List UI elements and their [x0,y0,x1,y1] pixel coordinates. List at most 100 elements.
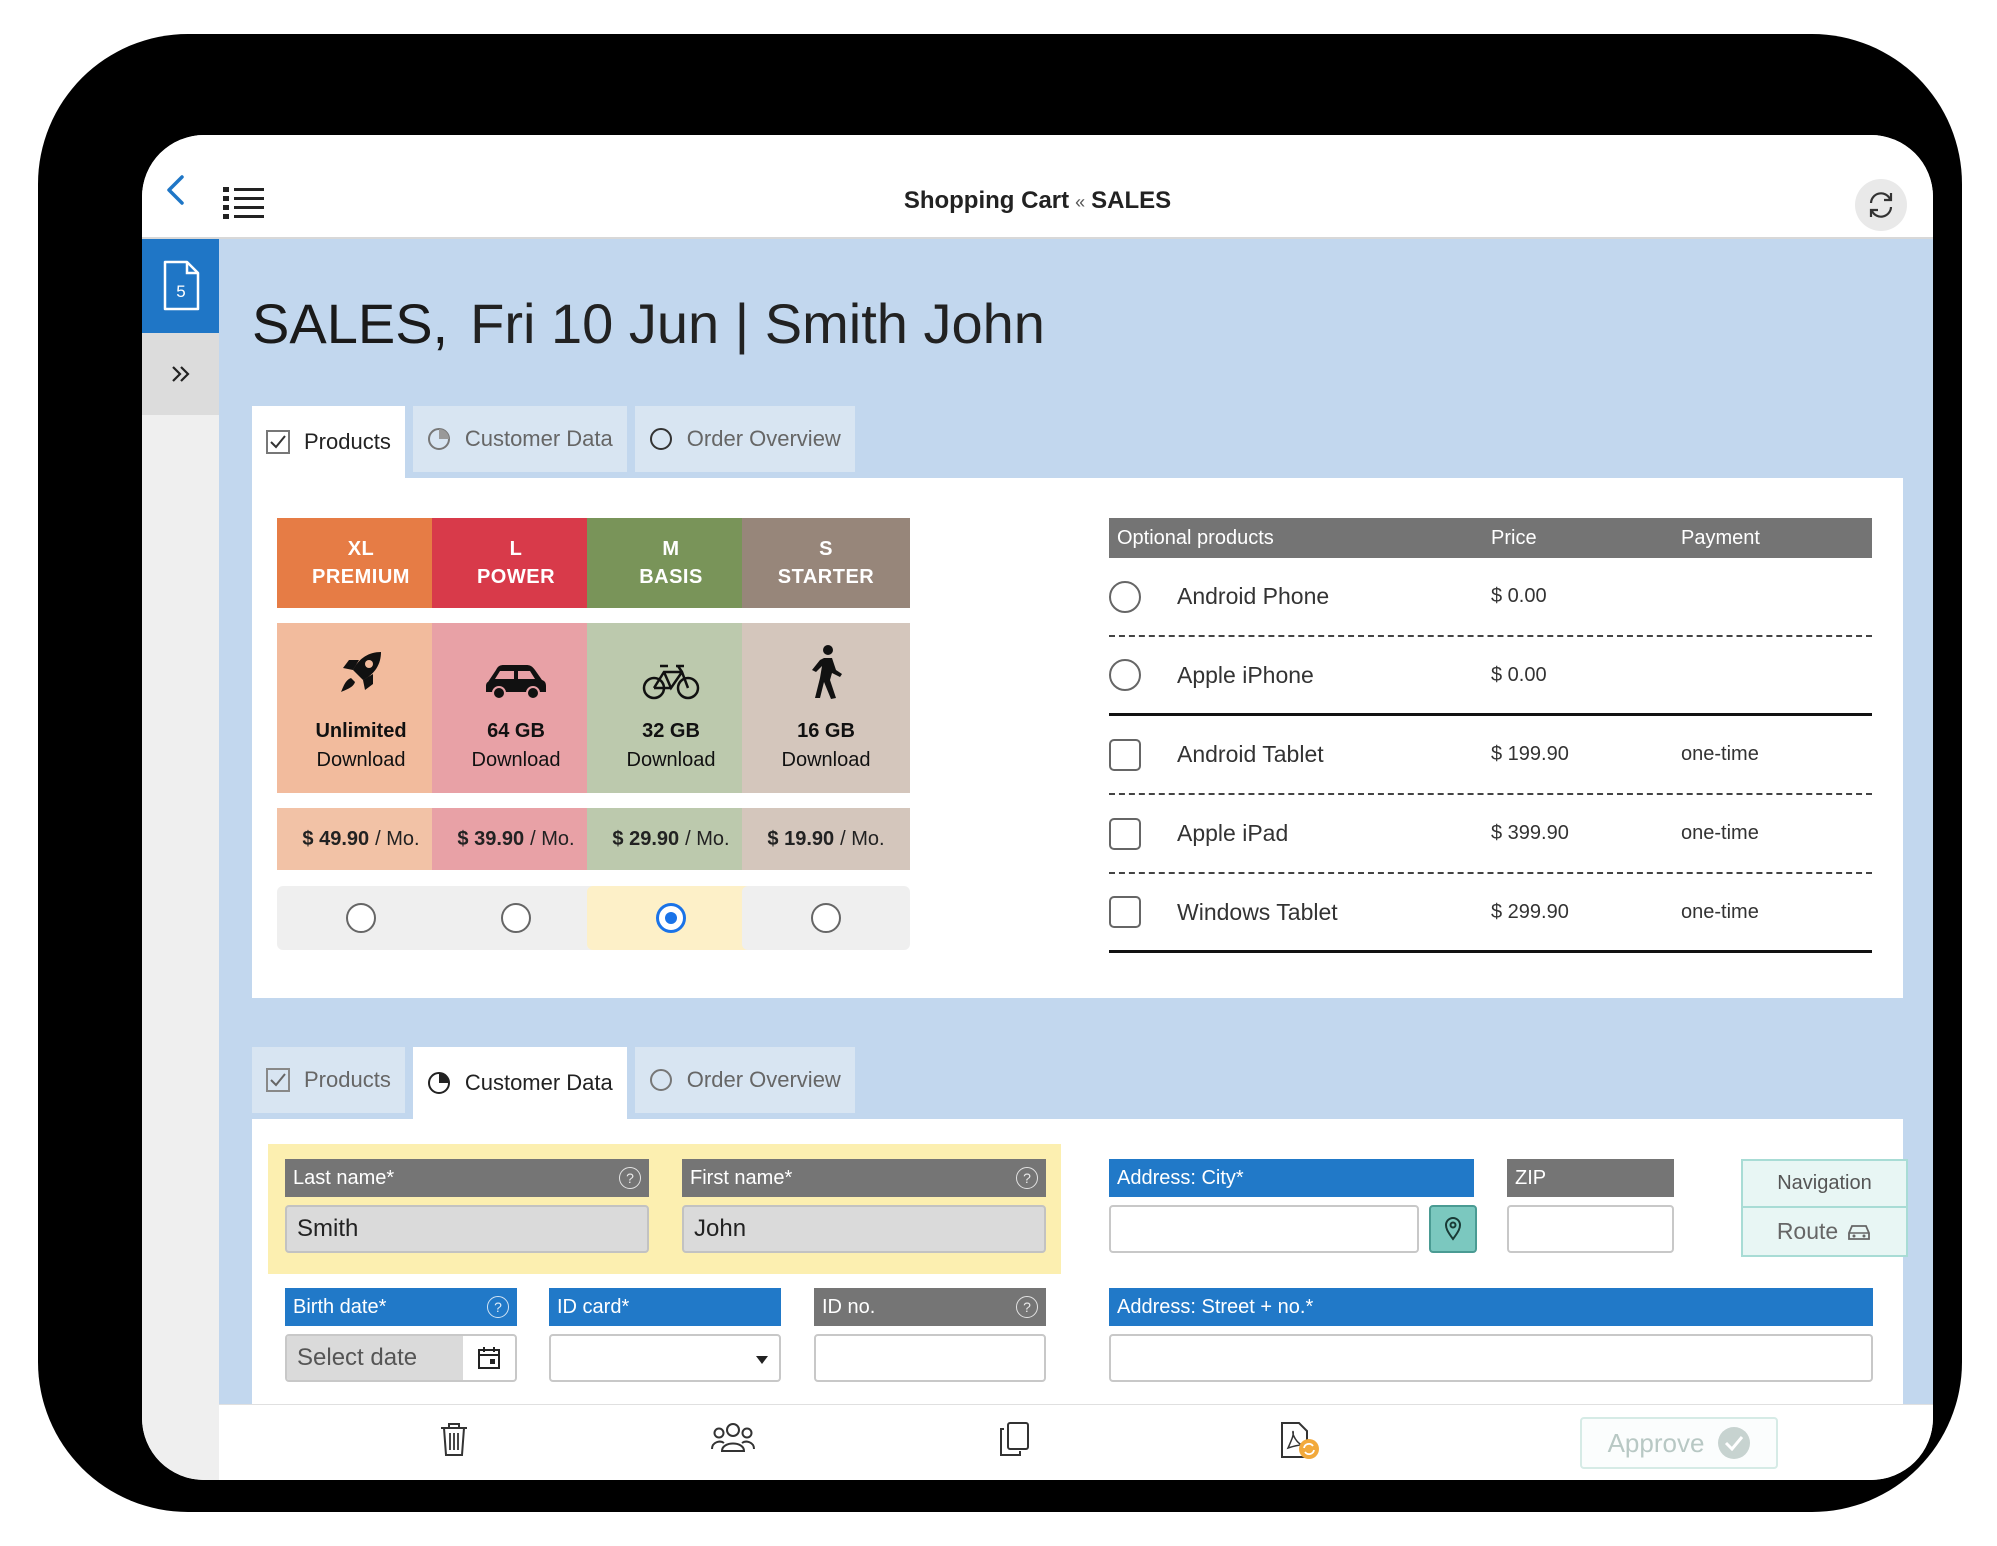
product-name: Windows Tablet [1177,898,1338,925]
product-name: Apple iPad [1177,820,1289,846]
help-icon[interactable]: ? [619,1167,641,1189]
col-header-product: Optional products [1117,526,1274,549]
route-button[interactable]: Route [1743,1208,1906,1255]
copy-icon [1000,1422,1029,1456]
product-checkbox[interactable] [1109,896,1141,928]
zip-label: ZIP [1507,1159,1674,1197]
approve-button[interactable]: Approve [1580,1417,1778,1469]
plan-volume: 32 GB [642,720,700,742]
id-no-field[interactable] [814,1334,1046,1382]
document-icon: 5 [163,260,199,311]
plan-radio[interactable] [811,903,841,933]
optional-product-row[interactable]: Android Phone $ 0.00 [1109,558,1872,637]
pdf-sync-button[interactable] [1279,1421,1323,1466]
headline: SALES, Fri 10 Jun | Smith John [252,291,1045,356]
first-name-field[interactable]: John [682,1205,1046,1253]
plan-card: XL PREMIUM Unlimited Download $ 49.90 / … [277,518,445,950]
plan-volume: 64 GB [487,720,545,742]
tab-products-2[interactable]: Products [252,1047,405,1113]
tab-products[interactable]: Products [252,406,405,478]
id-card-label-text: ID card* [557,1295,630,1318]
optional-products-table: Optional products Price Payment Android … [1109,518,1872,953]
plan-radio[interactable] [656,903,686,933]
help-icon[interactable]: ? [1016,1296,1038,1318]
trash-icon [441,1423,467,1456]
product-checkbox[interactable] [1109,817,1141,850]
plan-select[interactable] [587,886,755,950]
tab-customer-data[interactable]: Customer Data [412,406,627,472]
tab-customer-data-2[interactable]: Customer Data [412,1047,627,1119]
optional-products-header: Optional products Price Payment [1109,518,1872,558]
plan-radio[interactable] [501,903,531,933]
product-price: $ 299.90 [1491,900,1569,923]
last-name-field[interactable]: Smith [285,1205,649,1253]
plan-header[interactable]: S STARTER [742,518,910,608]
location-pin-button[interactable] [1429,1205,1477,1253]
plan-price: $ 49.90 / Mo. [277,808,445,870]
plan-header[interactable]: XL PREMIUM [277,518,445,608]
document-nav-button[interactable]: 5 [142,239,219,333]
bicycle-icon [642,660,700,709]
plan-price-value: $ 49.90 [302,827,370,850]
products-panel: XL PREMIUM Unlimited Download $ 49.90 / … [252,478,1903,998]
id-card-label: ID card* [549,1288,781,1326]
delete-button[interactable] [439,1421,469,1462]
pdf-sync-icon [1281,1422,1319,1459]
product-cell: Apple iPhone [1109,659,1491,691]
help-icon[interactable]: ? [1016,1167,1038,1189]
circle-empty-icon [649,1068,673,1092]
title-sub: SALES [1091,187,1172,214]
optional-product-row[interactable]: Windows Tablet $ 299.90 one-time [1109,874,1872,953]
id-card-select[interactable] [549,1334,781,1382]
plan-body: 64 GB Download [432,623,600,793]
plan-header[interactable]: M BASIS [587,518,755,608]
walking-icon [806,644,846,709]
product-cell: Android Tablet [1109,738,1491,771]
device-frame: Shopping Cart «SALES 5 SALES, Fri 10 Jun |… [38,34,1962,1512]
plan-select[interactable] [277,886,445,950]
plan-code: M [662,538,680,560]
duplicate-button[interactable] [998,1421,1030,1462]
page-title: Shopping Cart «SALES [142,187,1933,215]
calendar-icon[interactable] [463,1346,515,1370]
optional-product-row[interactable]: Android Tablet $ 199.90 one-time [1109,716,1872,795]
birth-date-picker[interactable]: Select date [285,1334,517,1382]
plan-header[interactable]: L POWER [432,518,600,608]
plan-code: S [819,538,833,560]
plan-radio[interactable] [346,903,376,933]
plan-volume-unit: Download [316,749,406,771]
car-icon [1848,1224,1871,1240]
tab-customer-data-2-label: Customer Data [464,1070,613,1095]
tab-order-overview-2[interactable]: Order Overview [634,1047,855,1113]
product-name: Android Tablet [1177,741,1324,767]
screen: Shopping Cart «SALES 5 SALES, Fri 10 Jun |… [142,135,1933,1480]
product-cell: Apple iPad [1109,817,1491,850]
checkbox-checked-icon [266,1068,290,1092]
optional-product-row[interactable]: Apple iPhone $ 0.00 [1109,637,1872,716]
help-icon[interactable]: ? [487,1296,509,1318]
refresh-button[interactable] [1855,179,1907,231]
tab-order-overview[interactable]: Order Overview [634,406,855,472]
contacts-button[interactable] [711,1421,755,1460]
expand-sidebar-button[interactable] [142,333,219,415]
bottom-toolbar: Approve [219,1404,1933,1480]
plan-select[interactable] [432,886,600,950]
plan-card: S STARTER 16 GB Download $ 19.90 / Mo. [742,518,910,950]
plan-price-unit: / Mo. [530,827,575,850]
plan-price: $ 39.90 / Mo. [432,808,600,870]
product-radio[interactable] [1109,659,1141,691]
street-field[interactable] [1109,1334,1873,1382]
plan-price-value: $ 19.90 [767,827,835,850]
map-pin-icon [1444,1217,1462,1241]
plan-code: L [509,538,523,560]
rocket-icon [333,644,389,709]
plan-volume-unit: Download [471,749,561,771]
product-radio[interactable] [1109,580,1141,613]
optional-product-row[interactable]: Apple iPad $ 399.90 one-time [1109,795,1872,874]
plan-select[interactable] [742,886,910,950]
product-checkbox[interactable] [1109,738,1141,771]
navigation-label: Navigation [1743,1161,1906,1208]
zip-field[interactable] [1507,1205,1674,1253]
city-field[interactable] [1109,1205,1419,1253]
plan-name: BASIS [639,566,703,588]
